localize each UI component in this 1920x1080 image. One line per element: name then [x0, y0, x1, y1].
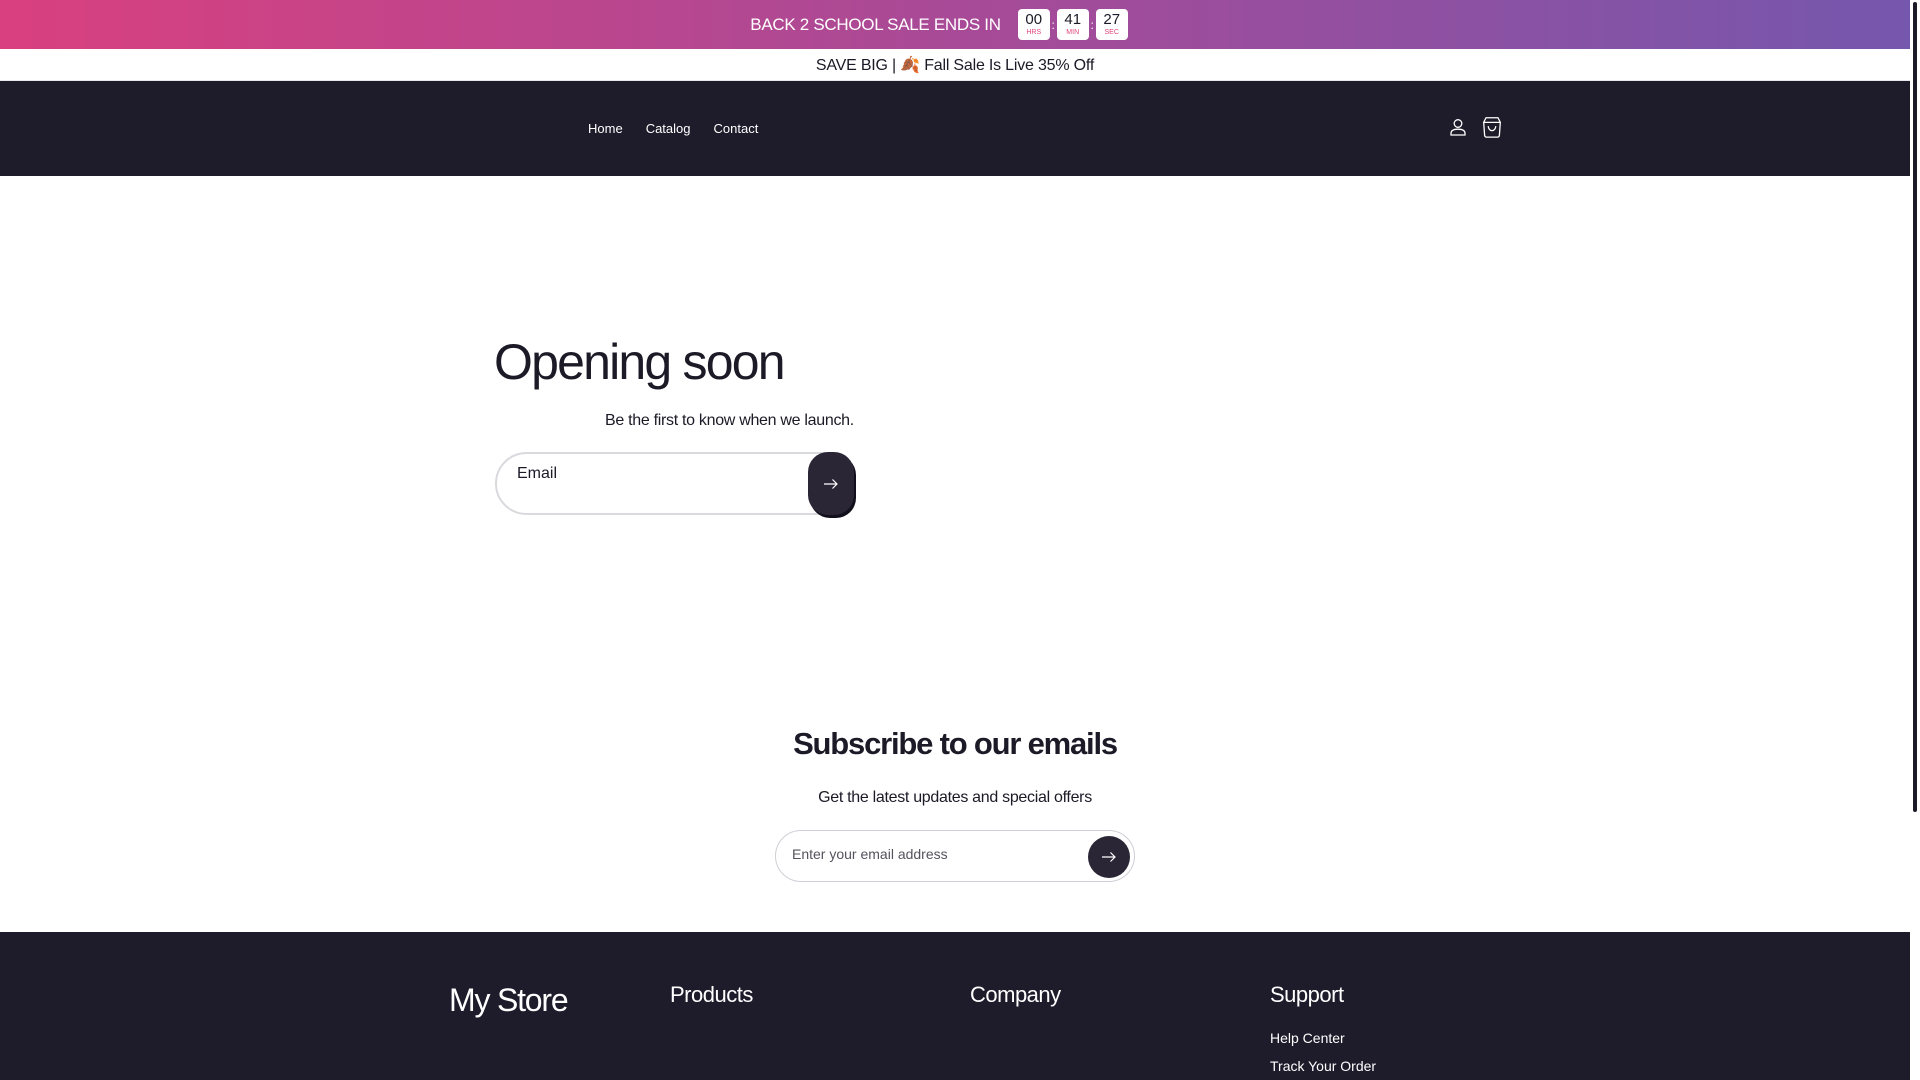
timer-hours-label: HRS — [1026, 29, 1042, 36]
timer-seconds-label: SEC — [1104, 29, 1119, 36]
site-footer: My Store Products Company Support Help C… — [0, 932, 1910, 1080]
timer-hours-value: 00 — [1025, 11, 1043, 28]
footer-column-support: Support Help Center Track Your Order — [1270, 982, 1376, 1080]
footer-brand[interactable]: My Store — [449, 982, 569, 1019]
timer-minutes-value: 41 — [1064, 11, 1082, 28]
subscribe-title: Subscribe to our emails — [793, 726, 1118, 761]
subscribe-form — [775, 830, 1135, 882]
account-icon[interactable] — [1446, 115, 1470, 139]
footer-link-track-order[interactable]: Track Your Order — [1270, 1058, 1376, 1074]
timer-separator: : — [1090, 17, 1094, 32]
arrow-right-icon — [824, 478, 838, 489]
page: BACK 2 SCHOOL SALE ENDS IN 00 HRS : 41 M… — [0, 0, 1910, 1080]
subscribe-email-input[interactable] — [792, 846, 1072, 862]
page-scrollbar[interactable] — [1910, 0, 1920, 1080]
timer-separator: : — [1051, 17, 1055, 32]
timer-minutes-label: MIN — [1066, 29, 1080, 36]
site-header: Home Catalog Contact — [0, 81, 1910, 176]
footer-column-title: Company — [970, 982, 1061, 1007]
timer-seconds: 27 SEC — [1095, 9, 1128, 40]
footer-column-title: Products — [670, 982, 753, 1007]
nav-item-catalog[interactable]: Catalog — [646, 121, 691, 136]
footer-link-help-center[interactable]: Help Center — [1270, 1030, 1376, 1046]
timer-hours: 00 HRS — [1017, 9, 1050, 40]
hero-email-input[interactable] — [517, 465, 787, 483]
hero-subtitle: Be the first to know when we launch. — [605, 412, 854, 429]
countdown-timer: 00 HRS : 41 MIN : 27 SEC — [1017, 9, 1128, 40]
announcement-text: SAVE BIG | 🍂 Fall Sale Is Live 35% Off — [815, 56, 1095, 74]
hero-submit-button[interactable] — [808, 452, 854, 515]
nav-item-contact[interactable]: Contact — [714, 121, 759, 136]
cart-icon[interactable] — [1480, 115, 1504, 139]
subscribe-submit-button[interactable] — [1088, 836, 1130, 878]
header-icons — [1446, 115, 1504, 139]
footer-column-products: Products — [670, 982, 753, 1008]
nav-item-home[interactable]: Home — [588, 121, 623, 136]
timer-minutes: 41 MIN — [1056, 9, 1089, 40]
hero-email-form — [495, 452, 854, 515]
scrollbar-thumb[interactable] — [1913, 2, 1917, 812]
footer-column-company: Company — [970, 982, 1061, 1008]
countdown-text: BACK 2 SCHOOL SALE ENDS IN — [750, 14, 1001, 34]
announcement-bar: SAVE BIG | 🍂 Fall Sale Is Live 35% Off — [0, 49, 1910, 81]
page-title: Opening soon — [494, 334, 786, 390]
arrow-right-icon — [1102, 852, 1116, 862]
subscribe-text: Get the latest updates and special offer… — [818, 789, 1092, 806]
timer-seconds-value: 27 — [1103, 11, 1121, 28]
footer-link-list: Help Center Track Your Order — [1270, 1030, 1376, 1074]
footer-column-title: Support — [1270, 982, 1344, 1007]
countdown-bar: BACK 2 SCHOOL SALE ENDS IN 00 HRS : 41 M… — [0, 0, 1910, 49]
main-nav: Home Catalog Contact — [588, 81, 781, 176]
